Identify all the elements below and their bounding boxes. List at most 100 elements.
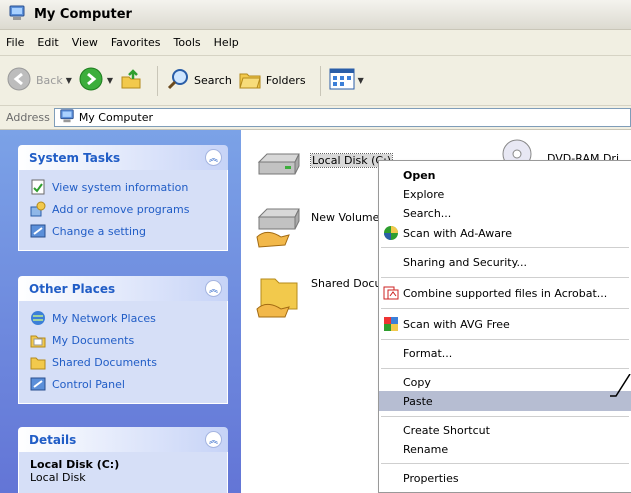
other-places-panel: Other Places ︽ My Network Places My Docu…	[18, 276, 228, 404]
place-label: My Network Places	[52, 311, 156, 325]
views-dropdown-icon[interactable]: ▼	[358, 76, 364, 85]
forward-button[interactable]: ▼	[78, 66, 113, 95]
menu-favorites[interactable]: Favorites	[111, 36, 161, 49]
control-panel-icon	[30, 223, 46, 239]
menu-tools[interactable]: Tools	[174, 36, 201, 49]
details-item-type: Local Disk	[30, 471, 86, 484]
ctx-label: Combine supported files in Acrobat...	[403, 286, 608, 300]
forward-arrow-icon	[78, 66, 104, 95]
task-view-system-information[interactable]: View system information	[30, 176, 219, 198]
system-tasks-title: System Tasks	[29, 150, 121, 165]
place-control-panel[interactable]: Control Panel	[30, 373, 219, 395]
ctx-copy[interactable]: Copy	[379, 372, 631, 392]
place-shared-documents[interactable]: Shared Documents	[30, 351, 219, 373]
ctx-rename[interactable]: Rename	[379, 439, 631, 459]
back-label: Back	[36, 74, 63, 87]
menu-help[interactable]: Help	[214, 36, 239, 49]
ctx-paste[interactable]: Paste	[379, 391, 631, 411]
folders-button[interactable]: Folders	[238, 67, 306, 94]
shared-disk-icon	[255, 207, 303, 252]
address-value: My Computer	[78, 111, 153, 124]
details-header[interactable]: Details ︽	[18, 427, 228, 452]
back-arrow-icon	[6, 66, 32, 95]
other-places-body: My Network Places My Documents Shared Do…	[18, 301, 228, 404]
collapse-chevron-icon[interactable]: ︽	[205, 149, 222, 166]
place-my-documents[interactable]: My Documents	[30, 329, 219, 351]
annotation-line	[610, 374, 631, 397]
control-panel-icon	[30, 376, 46, 392]
place-label: Control Panel	[52, 377, 125, 391]
folder-shared-documents[interactable]: Shared Docur	[255, 273, 386, 322]
ctx-create-shortcut[interactable]: Create Shortcut	[379, 420, 631, 440]
ctx-format[interactable]: Format...	[379, 343, 631, 363]
task-label: View system information	[52, 180, 189, 194]
views-button[interactable]: ▼	[329, 68, 364, 93]
folder-label: Shared Docur	[311, 277, 386, 290]
forward-dropdown-icon[interactable]: ▼	[107, 76, 113, 85]
details-title: Details	[29, 432, 77, 447]
collapse-chevron-icon[interactable]: ︽	[205, 280, 222, 297]
ctx-label: Scan with Ad-Aware	[403, 226, 512, 240]
details-body: Local Disk (C:) Local Disk	[18, 452, 228, 493]
search-label: Search	[194, 74, 232, 87]
task-change-a-setting[interactable]: Change a setting	[30, 220, 219, 242]
drive-label: New Volume (	[311, 211, 388, 224]
ctx-label: Scan with AVG Free	[403, 317, 510, 331]
place-my-network-places[interactable]: My Network Places	[30, 307, 219, 329]
menu-separator	[381, 247, 629, 248]
other-places-title: Other Places	[29, 281, 116, 296]
drive-local-disk-c[interactable]: Local Disk (C:)	[255, 150, 394, 183]
task-pane: System Tasks ︽ View system information A…	[0, 130, 241, 493]
search-button[interactable]: Search	[166, 67, 232, 94]
drive-new-volume[interactable]: New Volume (	[255, 207, 387, 252]
ctx-scan-ad-aware[interactable]: Scan with Ad-Aware	[379, 223, 631, 243]
search-icon	[166, 67, 190, 94]
folders-icon	[238, 67, 262, 94]
ctx-combine-acrobat[interactable]: Combine supported files in Acrobat...	[379, 283, 631, 303]
menu-separator	[381, 308, 629, 309]
system-tasks-body: View system information Add or remove pr…	[18, 170, 228, 251]
address-label: Address	[6, 111, 50, 124]
context-menu: Open Explore Search... Scan with Ad-Awar…	[378, 160, 631, 493]
details-panel: Details ︽ Local Disk (C:) Local Disk	[18, 427, 228, 493]
place-label: My Documents	[52, 333, 135, 347]
task-label: Change a setting	[52, 224, 146, 238]
place-label: Shared Documents	[52, 355, 157, 369]
system-tasks-header[interactable]: System Tasks ︽	[18, 145, 228, 170]
ctx-properties[interactable]: Properties	[379, 468, 631, 488]
menu-view[interactable]: View	[72, 36, 98, 49]
address-bar: Address My Computer	[0, 106, 631, 130]
ctx-search[interactable]: Search...	[379, 203, 631, 223]
menu-separator	[381, 463, 629, 464]
collapse-chevron-icon[interactable]: ︽	[205, 431, 222, 448]
task-add-remove-programs[interactable]: Add or remove programs	[30, 198, 219, 220]
my-computer-icon	[59, 108, 75, 127]
back-button[interactable]: Back ▼	[6, 66, 72, 95]
menu-separator	[381, 339, 629, 340]
ctx-sharing-security[interactable]: Sharing and Security...	[379, 252, 631, 272]
toolbar-separator	[157, 65, 159, 96]
toolbar: Back ▼ ▼ Search Folders ▼	[0, 56, 631, 106]
menu-file[interactable]: File	[6, 36, 24, 49]
up-folder-button[interactable]	[119, 67, 143, 94]
ctx-open[interactable]: Open	[379, 165, 631, 185]
ctx-scan-avg[interactable]: Scan with AVG Free	[379, 314, 631, 334]
ctx-explore[interactable]: Explore	[379, 184, 631, 204]
views-icon	[329, 68, 355, 93]
system-info-icon	[30, 179, 46, 195]
shared-folder-icon	[255, 273, 303, 322]
acrobat-icon	[383, 285, 399, 301]
other-places-header[interactable]: Other Places ︽	[18, 276, 228, 301]
title-bar: My Computer	[0, 0, 631, 30]
folders-label: Folders	[265, 74, 306, 87]
back-dropdown-icon[interactable]: ▼	[66, 76, 72, 85]
system-tasks-panel: System Tasks ︽ View system information A…	[18, 145, 228, 251]
menu-separator	[381, 416, 629, 417]
details-item-name: Local Disk (C:)	[30, 458, 120, 471]
toolbar-separator	[319, 65, 321, 96]
address-input[interactable]: My Computer	[53, 108, 631, 127]
ad-aware-icon	[383, 225, 399, 241]
menu-edit[interactable]: Edit	[37, 36, 58, 49]
menu-separator	[381, 368, 629, 369]
network-places-icon	[30, 310, 46, 326]
